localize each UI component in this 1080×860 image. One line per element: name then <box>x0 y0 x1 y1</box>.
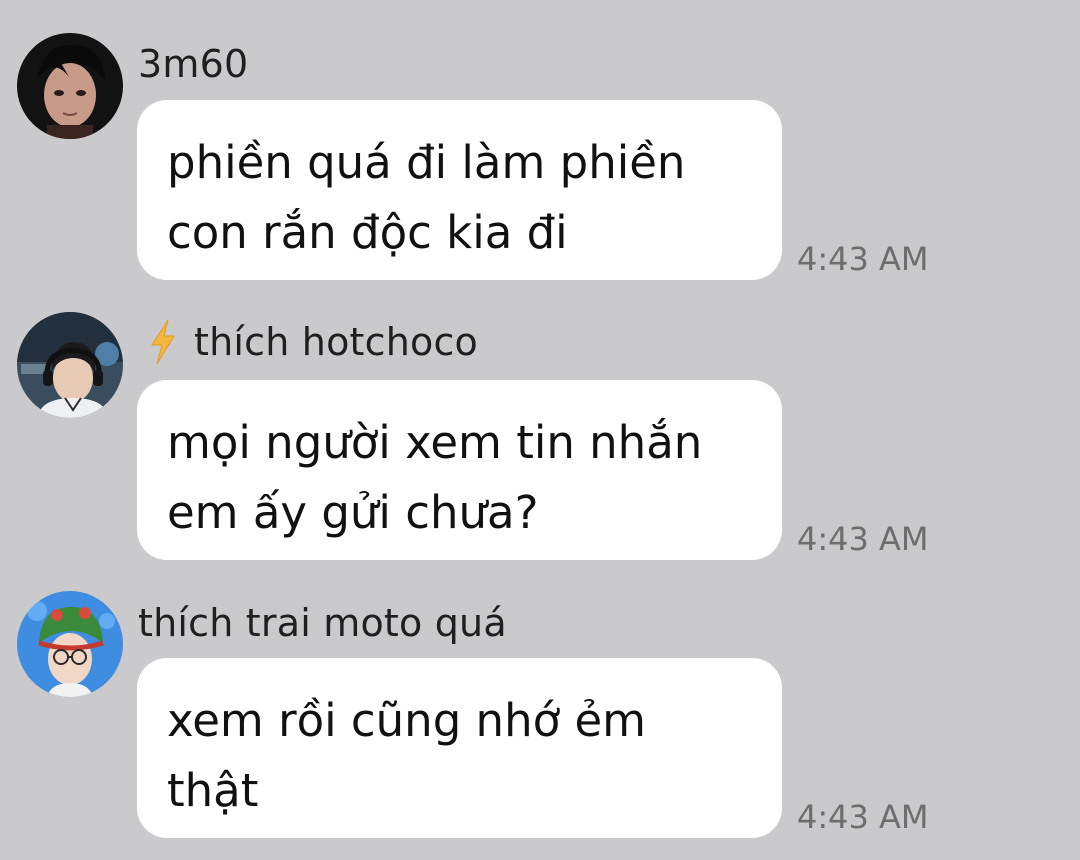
sender-row: thích trai moto quá <box>138 598 507 648</box>
message-item: 3m60 phiền quá đi làm phiền con rắn độc … <box>0 0 1080 280</box>
message-timestamp: 4:43 AM <box>797 798 929 836</box>
message-bubble[interactable]: xem rồi cũng nhớ ẻm thật <box>137 658 782 838</box>
chat-message-list: 3m60 phiền quá đi làm phiền con rắn độc … <box>0 0 1080 860</box>
message-bubble[interactable]: mọi người xem tin nhắn em ấy gửi chưa? <box>137 380 782 560</box>
message-timestamp: 4:43 AM <box>797 520 929 558</box>
sender-name[interactable]: 3m60 <box>138 42 248 86</box>
avatar-icon[interactable] <box>17 312 123 418</box>
sender-name[interactable]: thích hotchoco <box>194 320 478 364</box>
message-timestamp: 4:43 AM <box>797 240 929 278</box>
sender-row: 3m60 <box>138 39 248 89</box>
lightning-icon <box>151 319 175 365</box>
sender-row: thích hotchoco <box>146 317 478 367</box>
message-text: phiền quá đi làm phiền con rắn độc kia đ… <box>167 136 686 259</box>
message-bubble[interactable]: phiền quá đi làm phiền con rắn độc kia đ… <box>137 100 782 280</box>
message-text: mọi người xem tin nhắn em ấy gửi chưa? <box>167 416 703 539</box>
sender-name[interactable]: thích trai moto quá <box>138 601 507 645</box>
message-text: xem rồi cũng nhớ ẻm thật <box>167 694 646 817</box>
message-item: thích trai moto quá xem rồi cũng nhớ ẻm … <box>0 558 1080 838</box>
avatar-icon[interactable] <box>17 591 123 697</box>
message-item: thích hotchoco mọi người xem tin nhắn em… <box>0 280 1080 560</box>
avatar-icon[interactable] <box>17 33 123 139</box>
